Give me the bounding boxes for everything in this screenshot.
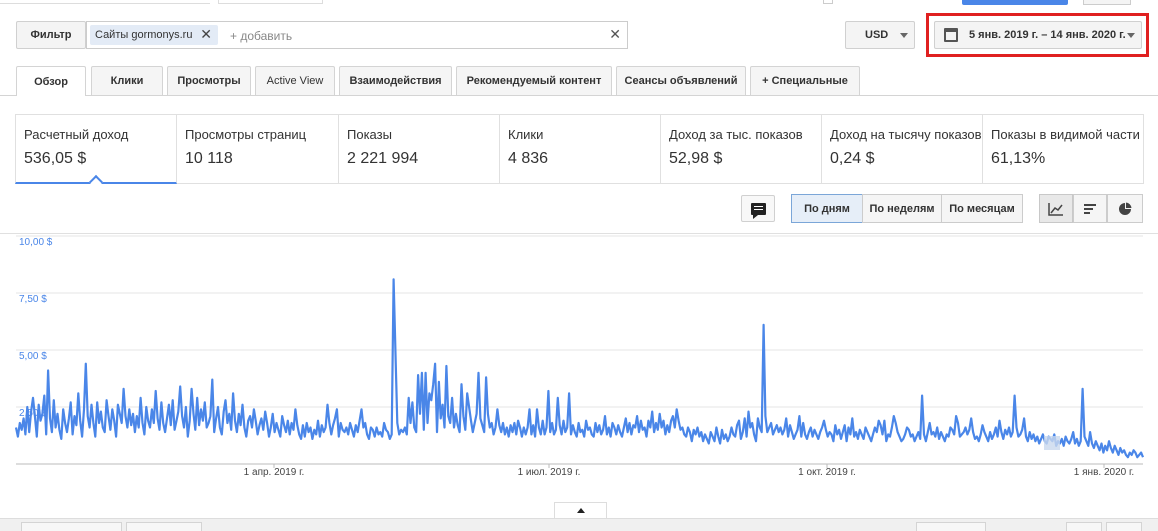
collapse-chart-toggle[interactable] — [554, 502, 607, 518]
bottom-button-fragment[interactable] — [126, 522, 202, 531]
x-tick-label: 1 июл. 2019 г. — [517, 467, 581, 478]
x-tick-label: 1 апр. 2019 г. — [243, 467, 305, 478]
series-line[interactable] — [14, 278, 1145, 459]
bottom-button-fragment[interactable] — [916, 522, 986, 531]
revenue-line-chart[interactable] — [0, 0, 1158, 531]
annotation-marker[interactable] — [1044, 436, 1060, 450]
chevron-up-icon — [576, 508, 585, 513]
bottom-button-fragment[interactable] — [21, 522, 122, 531]
bottom-button-fragment[interactable] — [1066, 522, 1102, 531]
x-tick-label: 1 окт. 2019 г. — [798, 467, 856, 478]
x-tick-label: 1 янв. 2020 г. — [1073, 467, 1135, 478]
bottom-button-fragment[interactable] — [1106, 522, 1142, 531]
